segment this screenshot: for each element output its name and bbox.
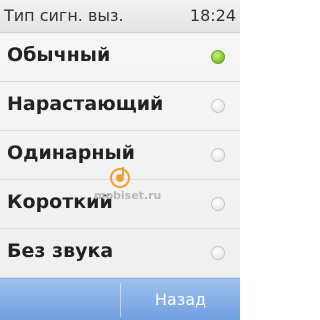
option-label: Обычный bbox=[7, 44, 111, 66]
watermark: mobiset.ru bbox=[94, 165, 174, 215]
radio-unselected-icon[interactable] bbox=[211, 148, 225, 162]
option-ascending[interactable]: Нарастающий bbox=[0, 82, 240, 131]
screen: Тип сигн. выз. 18:24 Обычный Нарастающий… bbox=[0, 0, 240, 320]
status-bar: Тип сигн. выз. 18:24 bbox=[0, 0, 240, 33]
screen-title: Тип сигн. выз. bbox=[4, 6, 124, 25]
watermark-text: mobiset.ru bbox=[94, 189, 162, 202]
radio-unselected-icon[interactable] bbox=[211, 99, 225, 113]
option-silent[interactable]: Без звука bbox=[0, 229, 240, 278]
back-button[interactable]: Назад bbox=[121, 279, 240, 320]
option-label: Нарастающий bbox=[7, 93, 164, 115]
softkey-bar: Назад bbox=[0, 278, 240, 320]
radio-unselected-icon[interactable] bbox=[211, 197, 225, 211]
ringing-type-list: Обычный Нарастающий Одинарный Короткий Б… bbox=[0, 33, 240, 278]
option-label: Без звука bbox=[7, 240, 114, 262]
radio-unselected-icon[interactable] bbox=[211, 246, 225, 260]
clock: 18:24 bbox=[189, 6, 236, 25]
radio-selected-icon[interactable] bbox=[211, 50, 225, 64]
option-normal[interactable]: Обычный bbox=[0, 33, 240, 82]
watermark-logo-icon bbox=[110, 167, 130, 188]
option-label: Одинарный bbox=[7, 142, 135, 164]
